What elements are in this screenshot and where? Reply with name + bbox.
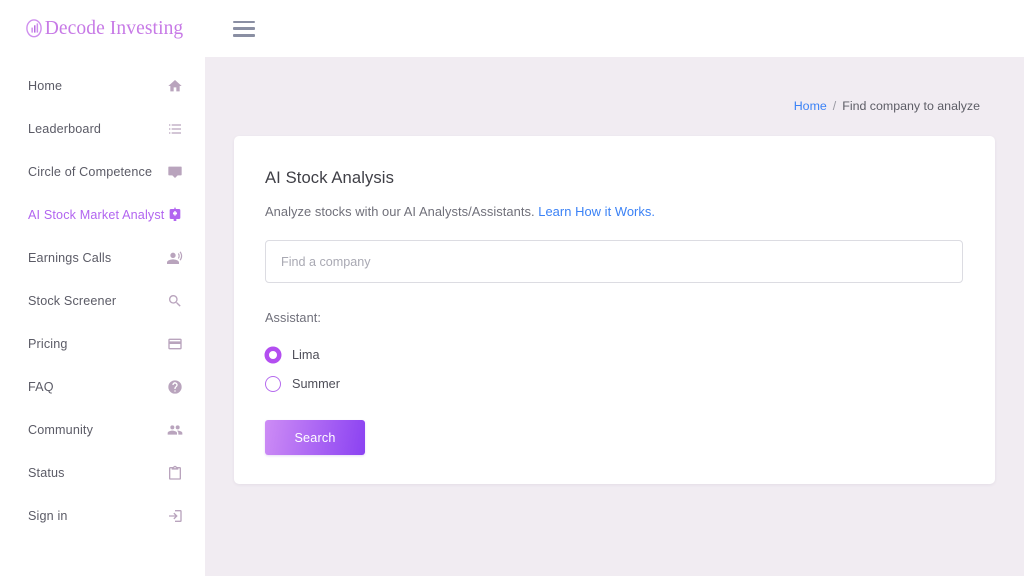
sidebar-item-ai-stock-market-analyst[interactable]: AI Stock Market Analyst [0, 193, 205, 236]
credit-card-icon [166, 335, 183, 352]
radio-option-lima[interactable]: Lima [265, 340, 964, 369]
hamburger-menu-icon[interactable] [233, 20, 255, 37]
sidebar-item-label: Home [28, 78, 63, 93]
radio-mark-icon [265, 375, 281, 392]
home-icon [166, 77, 183, 94]
sidebar-item-home[interactable]: Home [0, 64, 205, 107]
sidebar-item-label: Status [28, 465, 65, 480]
brand-logo[interactable]: Decode Investing [0, 0, 205, 57]
sidebar-item-label: AI Stock Market Analyst [28, 207, 165, 222]
sidebar-item-pricing[interactable]: Pricing [0, 322, 205, 365]
hamburger-line [233, 33, 255, 37]
sidebar-item-label: Leaderboard [28, 121, 102, 136]
login-icon [166, 507, 183, 524]
sidebar: Decode Investing Home Leaderboard Circle… [0, 0, 205, 576]
sidebar-item-label: Pricing [28, 336, 68, 351]
breadcrumb: Home / Find company to analyze [205, 57, 1024, 113]
sidebar-item-circle-of-competence[interactable]: Circle of Competence [0, 150, 205, 193]
people-icon [166, 421, 183, 438]
radio-mark-icon [265, 346, 281, 363]
learn-how-it-works-link[interactable]: Learn How it Works. [538, 204, 655, 219]
sidebar-item-label: Stock Screener [28, 293, 117, 308]
list-icon [166, 120, 183, 137]
search-button[interactable]: Search [265, 420, 365, 455]
hamburger-line [233, 20, 255, 24]
app-root: Decode Investing Home Leaderboard Circle… [0, 0, 1024, 576]
sidebar-item-label: Community [28, 422, 94, 437]
assistant-radio-group: Lima Summer [265, 340, 964, 398]
chat-box-icon [166, 163, 183, 180]
sidebar-item-stock-screener[interactable]: Stock Screener [0, 279, 205, 322]
radio-label: Summer [292, 376, 340, 391]
brand-name: Decode Investing [44, 17, 184, 39]
page-title: AI Stock Analysis [265, 168, 394, 187]
search-input[interactable] [265, 240, 963, 283]
sidebar-item-community[interactable]: Community [0, 408, 205, 451]
sidebar-item-status[interactable]: Status [0, 451, 205, 494]
sidebar-item-label: Circle of Competence [28, 164, 153, 179]
sidebar-item-label: FAQ [28, 379, 54, 394]
main-content: Home / Find company to analyze AI Stock … [205, 57, 1024, 576]
sidebar-item-label: Sign in [28, 508, 68, 523]
ai-assistant-icon [166, 206, 183, 223]
sidebar-item-sign-in[interactable]: Sign in [0, 494, 205, 537]
sidebar-item-label: Earnings Calls [28, 250, 112, 265]
radio-label: Lima [292, 347, 320, 362]
sidebar-nav: Home Leaderboard Circle of Competence AI… [0, 57, 205, 537]
search-icon [166, 292, 183, 309]
breadcrumb-current: Find company to analyze [842, 99, 980, 113]
clipboard-icon [166, 464, 183, 481]
sidebar-item-earnings-calls[interactable]: Earnings Calls [0, 236, 205, 279]
radio-option-summer[interactable]: Summer [265, 369, 964, 398]
breadcrumb-separator: / [832, 99, 837, 113]
ai-stock-analysis-card: AI Stock Analysis Analyze stocks with ou… [234, 136, 995, 484]
top-bar [205, 0, 1024, 57]
breadcrumb-home-link[interactable]: Home [794, 99, 827, 113]
logo-mark-icon [25, 19, 42, 38]
card-subtitle-text: Analyze stocks with our AI Analysts/Assi… [265, 204, 535, 219]
card-subtitle: Analyze stocks with our AI Analysts/Assi… [265, 204, 964, 219]
assistant-label: Assistant: [265, 311, 321, 325]
record-voice-icon [166, 249, 183, 266]
hamburger-line [233, 27, 255, 30]
help-circle-icon [166, 378, 183, 395]
sidebar-item-faq[interactable]: FAQ [0, 365, 205, 408]
sidebar-item-leaderboard[interactable]: Leaderboard [0, 107, 205, 150]
